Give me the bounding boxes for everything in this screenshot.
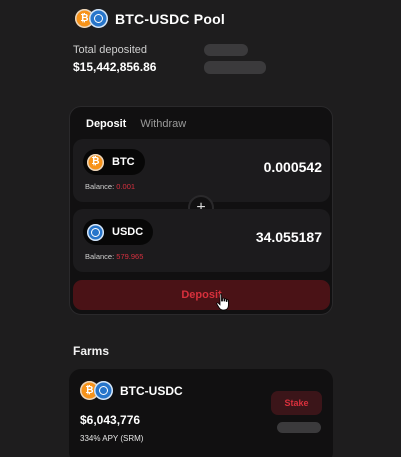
loading-placeholder [204,44,248,56]
usdc-input-box: USDC Balance: 579.965 [73,209,330,272]
tab-deposit[interactable]: Deposit [86,118,126,130]
usdc-icon [89,9,108,28]
deposit-card: Deposit Withdraw ₿ BTC Balance: 0.001 + … [69,106,333,315]
farm-title: ₿ BTC-USDC [80,381,183,401]
loading-placeholder [204,61,266,74]
loading-placeholder [277,422,321,433]
total-deposited-value: $15,442,856.86 [73,60,157,74]
token-symbol: BTC [112,156,135,168]
pair-icons: ₿ [75,9,111,29]
tab-bar: Deposit Withdraw [86,118,186,130]
balance-label: Balance: [85,182,115,191]
farm-apy: 334% APY (SRM) [80,434,144,443]
pointer-cursor-icon [216,293,229,311]
page-title: BTC-USDC Pool [115,11,225,27]
token-symbol: USDC [112,226,144,238]
farm-name: BTC-USDC [120,384,183,398]
usdc-balance: Balance: 579.965 [85,252,143,261]
pool-header: ₿ BTC-USDC Pool [75,9,225,29]
farms-heading: Farms [73,344,110,358]
usdc-amount-input[interactable] [202,229,322,245]
btc-balance: Balance: 0.001 [85,182,135,191]
balance-value: 579.965 [116,252,144,261]
total-deposited-label: Total deposited [73,44,147,56]
farm-value: $6,043,776 [80,413,141,427]
btc-icon: ₿ [87,153,104,171]
balance-label: Balance: [85,252,115,261]
usdc-token-selector[interactable]: USDC [83,219,154,245]
btc-input-box: ₿ BTC Balance: 0.001 [73,139,330,202]
btc-amount-input[interactable] [202,159,322,175]
pair-icons: ₿ [80,381,116,401]
farm-card: ₿ BTC-USDC $6,043,776 334% APY (SRM) Sta… [69,369,333,457]
btc-token-selector[interactable]: ₿ BTC [83,149,145,175]
deposit-button[interactable]: Deposit [73,280,330,310]
usdc-icon [94,381,113,400]
stake-button[interactable]: Stake [271,391,322,415]
usdc-icon [87,223,104,241]
balance-value: 0.001 [116,182,136,191]
tab-withdraw[interactable]: Withdraw [140,118,186,130]
